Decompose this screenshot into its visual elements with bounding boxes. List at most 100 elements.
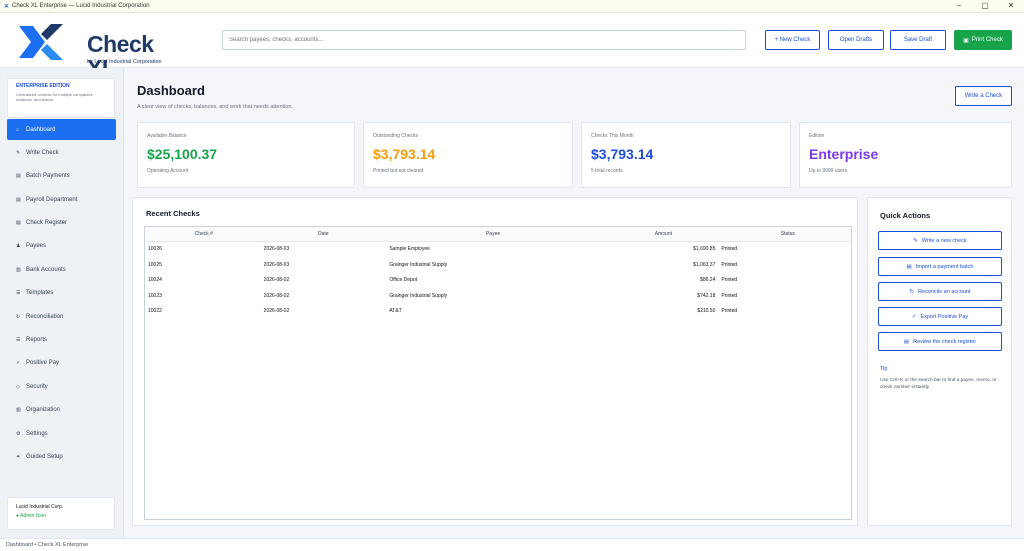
sidebar-item-label: Write Check: [26, 149, 59, 156]
maximize-button[interactable]: ▢: [972, 0, 998, 12]
search-input[interactable]: [222, 30, 746, 50]
sidebar-item-bank-accounts[interactable]: ▥ Bank Accounts: [7, 259, 116, 280]
table-cell: Printed: [721, 277, 738, 283]
sidebar-item-templates[interactable]: ☰ Templates: [7, 283, 116, 304]
save-draft-button[interactable]: Save Draft: [890, 30, 946, 50]
edition-card: Edition Enterprise Up to 9999 users: [799, 122, 1012, 188]
table-cell: 2026-08-03: [263, 261, 290, 268]
edition-title: ENTERPRISE EDITION: [16, 83, 70, 89]
table-cell: Sample Employee: [389, 246, 430, 252]
action-icon: ▤: [906, 263, 912, 270]
brand-logo: Check XL by Lucid Industrial Corporation: [17, 22, 187, 80]
sidebar-item-positive-pay[interactable]: ✓ Positive Pay: [7, 353, 116, 374]
page-subtitle: A clear view of checks, balances, and wo…: [137, 104, 293, 110]
sidebar-item-icon: ⚙: [16, 430, 21, 437]
open-drafts-button[interactable]: Open Drafts: [828, 30, 884, 50]
close-button[interactable]: ✕: [998, 0, 1024, 12]
print-check-button[interactable]: ▣ Print Check: [954, 30, 1012, 50]
sidebar-item-dashboard[interactable]: ⌂ Dashboard: [7, 119, 116, 140]
sidebar-item-reconciliation[interactable]: ↻ Reconciliation: [7, 306, 116, 327]
sidebar-item-icon: ✎: [16, 149, 21, 156]
action-icon: ✎: [913, 237, 918, 244]
sidebar-item-icon: ▥: [16, 266, 21, 273]
table-row[interactable]: 10023 2026-08-02 Grainger Industrial Suppl…: [145, 289, 851, 305]
card-label: Available Balance: [147, 133, 187, 139]
sidebar-item-organization[interactable]: ▥ Organization: [7, 400, 116, 421]
app-header: Check XL by Lucid Industrial Corporation…: [0, 13, 1024, 80]
table-row[interactable]: 10025 2026-08-03 Grainger Industrial Suppl…: [145, 258, 851, 274]
sidebar-item-label: Payees: [26, 243, 47, 250]
quick-actions-title: Quick Actions: [880, 211, 931, 220]
sidebar-item-check-register[interactable]: ▤ Check Register: [7, 213, 116, 234]
table-cell: 2026-08-02: [263, 277, 290, 283]
sidebar-item-batch-payments[interactable]: ▤ Batch Payments: [7, 166, 116, 187]
sidebar-item-write-check[interactable]: ✎ Write Check: [7, 142, 116, 163]
sidebar-item-reports[interactable]: ☰ Reports: [7, 330, 116, 351]
sidebar-item-label: Templates: [26, 290, 54, 297]
column-header[interactable]: Payee: [384, 227, 602, 241]
card-value: $3,793.14: [373, 146, 436, 162]
card-subtext: Printed but not cleared: [373, 168, 424, 174]
card-value: $3,793.14: [591, 146, 654, 162]
column-header[interactable]: Check #: [145, 227, 263, 241]
recent-checks-title: Recent Checks: [146, 209, 200, 218]
sidebar-item-icon: ▤: [16, 220, 21, 227]
outstanding-checks-card: Outstanding Checks $3,793.14 Printed but n…: [363, 122, 573, 188]
table-row[interactable]: 10024 2026-08-02 Office Depot $86.24 Printed: [145, 273, 851, 289]
table-cell: Grainger Industrial Supply: [389, 292, 448, 299]
org-box: Lucid Industrial Corp. ● Admin User: [7, 497, 115, 530]
available-balance-card: Available Balance $25,100.37 Operating Acc…: [137, 122, 355, 188]
card-value: $25,100.37: [147, 146, 218, 162]
sidebar-item-label: Settings: [26, 430, 48, 437]
table-cell: $86.24: [700, 277, 716, 283]
card-subtext: Operating Account: [147, 168, 189, 174]
printer-icon: ▣: [963, 37, 969, 44]
org-name: Lucid Industrial Corp.: [16, 504, 64, 510]
sidebar-item-settings[interactable]: ⚙ Settings: [7, 423, 116, 444]
table-row[interactable]: 10022 2026-08-02 AT&T $210.50 Printed: [145, 304, 851, 320]
table-cell: $1,690.85: [693, 246, 716, 252]
sidebar-item-icon: ▤: [16, 196, 21, 203]
action-icon: ▤: [903, 338, 910, 345]
export-positive-pay-button[interactable]: ✓ Export Positive Pay: [878, 307, 1002, 326]
quick-actions-panel: Quick Actions ✎ Write a new check ▤ Import …: [867, 197, 1012, 526]
sidebar-item-label: Payroll Department: [26, 196, 78, 203]
sidebar-item-icon: ◇: [16, 383, 20, 390]
sidebar-item-payroll-department[interactable]: ▤ Payroll Department: [7, 189, 116, 210]
table-cell: Printed: [721, 246, 738, 252]
minimize-button[interactable]: –: [946, 0, 972, 12]
sidebar-item-label: Security: [26, 383, 48, 390]
sidebar-item-label: Check Register: [26, 220, 68, 227]
write-check-button[interactable]: Write a Check: [955, 86, 1012, 106]
sidebar-item-security[interactable]: ◇ Security: [7, 376, 116, 397]
table-cell: 10025: [148, 261, 162, 268]
window-titlebar: ✕ Check XL Enterprise — Lucid Industrial…: [0, 0, 1024, 13]
sidebar-item-label: Organization: [26, 407, 61, 414]
table-row[interactable]: 10026 2026-08-03 Sample Employee $1,690.85 P…: [145, 242, 851, 258]
recent-checks-table: Check # Date Payee Amount Status 10026 2026-0…: [144, 226, 852, 520]
review-check-register-button[interactable]: ▤ Review the check register: [878, 332, 1002, 351]
table-cell: AT&T: [389, 308, 402, 314]
checks-this-month-card: Checks This Month $3,793.14 5 total record…: [581, 122, 791, 188]
edition-description: Centralized controls for multiple compan…: [16, 92, 94, 102]
table-cell: Printed: [721, 261, 738, 268]
sidebar-item-label: Dashboard: [26, 126, 56, 133]
column-header[interactable]: Amount: [602, 227, 724, 241]
new-check-button[interactable]: + New Check: [765, 30, 820, 50]
window-title-text: Check XL Enterprise — Lucid Industrial C…: [12, 3, 150, 9]
card-label: Outstanding Checks: [373, 133, 419, 139]
table-cell: $1,063.37: [693, 261, 716, 268]
column-header[interactable]: Date: [263, 227, 384, 241]
reconcile-account-button[interactable]: ↻ Reconcile an account: [878, 282, 1002, 301]
action-icon: ✓: [911, 313, 917, 320]
table-cell: 2026-08-02: [263, 308, 290, 314]
sidebar-item-icon: ⌂: [16, 126, 20, 133]
sidebar-item-guided-setup[interactable]: ✦ Guided Setup: [7, 446, 116, 467]
current-user: ● Admin User: [16, 513, 47, 519]
column-header[interactable]: Status: [725, 227, 851, 241]
table-cell: Office Depot: [389, 277, 418, 283]
table-cell: $742.18: [697, 292, 716, 299]
sidebar-item-payees[interactable]: ♟ Payees: [7, 236, 116, 257]
write-new-check-button[interactable]: ✎ Write a new check: [878, 231, 1002, 250]
import-payment-batch-button[interactable]: ▤ Import a payment batch: [878, 257, 1002, 276]
